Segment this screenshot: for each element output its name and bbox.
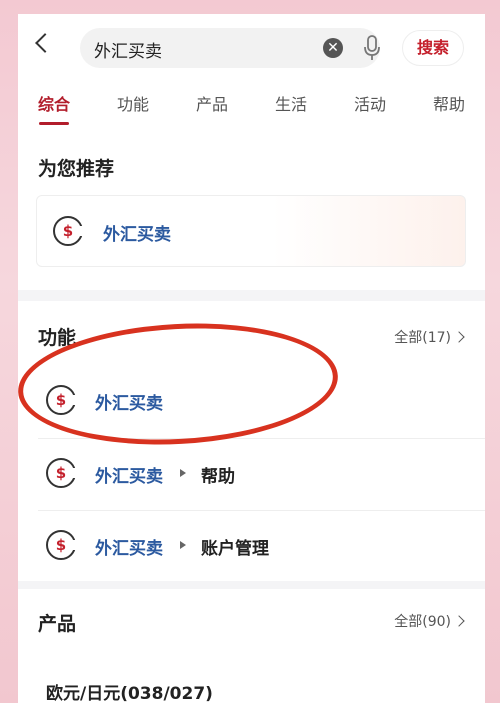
products-section: 产品 全部(90) 欧元/日元(038/027) — [18, 589, 485, 703]
recommend-section: 为您推荐 $ 外汇买卖 — [18, 140, 485, 290]
tab-help[interactable]: 帮助 — [433, 91, 465, 115]
function-item-sub: 账户管理 — [201, 539, 269, 559]
products-more-label: 全部(90) — [394, 614, 451, 630]
dollar-circle-icon: $ — [53, 216, 84, 246]
recommend-item[interactable]: $ 外汇买卖 — [36, 195, 466, 267]
caret-right-icon — [180, 541, 186, 549]
function-item-label: 外汇买卖 — [95, 394, 163, 414]
dollar-circle-icon: $ — [46, 530, 77, 560]
active-tab-indicator — [39, 122, 69, 125]
search-bar: 外汇买卖 ✕ 搜索 — [18, 14, 485, 82]
recommend-title: 为您推荐 — [38, 158, 115, 180]
functions-title: 功能 — [38, 327, 77, 349]
function-item-label: 外汇买卖 — [95, 539, 163, 559]
divider — [38, 438, 485, 439]
product-item[interactable]: 欧元/日元(038/027) — [46, 679, 213, 703]
app-screen: 外汇买卖 ✕ 搜索 综合 功能 产品 生活 活动 帮助 为您推荐 $ 外汇买卖 … — [18, 14, 485, 703]
tab-all[interactable]: 综合 — [38, 91, 70, 115]
clear-icon[interactable]: ✕ — [323, 38, 343, 58]
search-button[interactable]: 搜索 — [402, 30, 464, 66]
tab-activities[interactable]: 活动 — [354, 91, 386, 115]
divider — [38, 510, 485, 511]
function-item-sub: 帮助 — [201, 467, 235, 487]
search-input[interactable]: 外汇买卖 ✕ — [80, 28, 380, 68]
back-arrow-icon[interactable] — [35, 33, 55, 53]
chevron-right-icon — [453, 615, 465, 627]
microphone-icon[interactable] — [363, 35, 381, 61]
functions-more-link[interactable]: 全部(17) — [394, 327, 465, 347]
tab-life[interactable]: 生活 — [275, 91, 307, 115]
functions-more-label: 全部(17) — [394, 330, 451, 346]
chevron-right-icon — [453, 331, 465, 343]
tab-products[interactable]: 产品 — [196, 91, 228, 115]
caret-right-icon — [180, 469, 186, 477]
functions-section: 功能 全部(17) $ 外汇买卖 $ 外汇买卖 帮助 $ 外汇买卖 账户管理 — [18, 301, 485, 581]
category-tabs: 综合 功能 产品 生活 活动 帮助 — [18, 82, 485, 140]
search-query[interactable]: 外汇买卖 — [94, 37, 162, 62]
dollar-circle-icon: $ — [46, 458, 77, 488]
products-title: 产品 — [38, 613, 77, 635]
recommend-item-label: 外汇买卖 — [103, 225, 171, 245]
products-more-link[interactable]: 全部(90) — [394, 611, 465, 631]
dollar-circle-icon: $ — [46, 385, 77, 415]
function-item-label: 外汇买卖 — [95, 467, 163, 487]
tab-functions[interactable]: 功能 — [117, 91, 149, 115]
